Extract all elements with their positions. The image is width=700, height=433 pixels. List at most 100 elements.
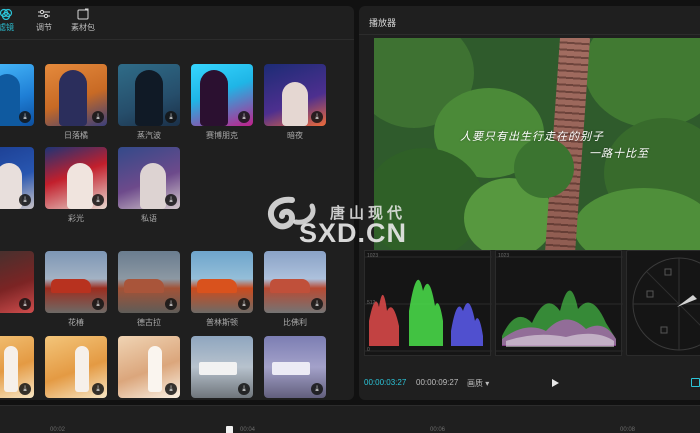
duration-timecode: 00:00:09:27 [416,378,459,387]
top-tab-bar: 滤镜 调节 素材包 [0,6,354,40]
download-icon[interactable]: ⤓ [311,298,323,310]
fit-screen-icon[interactable] [691,378,700,387]
download-icon[interactable]: ⤓ [238,383,250,395]
filter-label: 蒸汽波 [137,131,161,140]
player-panel: 播放器 人要只有出生行走在的别子 一路十比至 1023 512 0 1023 0… [359,6,700,400]
filter-thumbnail: ⤓ [118,251,180,313]
filter-thumbnail: ⤓ [0,251,34,313]
download-icon[interactable]: ⤓ [92,194,104,206]
tab-material-pack-label: 素材包 [71,23,95,32]
download-icon[interactable]: ⤓ [92,111,104,123]
filter-item[interactable]: ⤓ [45,336,107,398]
tab-filter-label: 滤镜 [0,23,14,32]
filter-item[interactable]: ⤓ [264,336,326,398]
filter-item[interactable]: ⤓ 暗夜 [264,64,326,140]
scope-top-value: 1023 [498,253,510,259]
filter-label: 日落橘 [64,131,88,140]
player-title: 播放器 [369,18,397,28]
timeline-tick: 00:02 [50,427,66,433]
download-icon[interactable]: ⤓ [19,111,31,123]
scope-mid-value: 512 [367,300,376,306]
filter-label: 赛博朋克 [206,131,238,140]
filter-thumbnail: ⤓ [191,64,253,126]
filter-item[interactable]: ⤓ [0,251,34,313]
play-icon[interactable] [552,379,559,387]
filter-thumbnail: ⤓ [0,64,34,126]
download-icon[interactable]: ⤓ [19,194,31,206]
filter-item[interactable]: ⤓ 比佛利 [264,251,326,327]
download-icon[interactable]: ⤓ [92,383,104,395]
tab-adjust-label: 调节 [36,23,52,32]
download-icon[interactable]: ⤓ [165,111,177,123]
filter-thumbnail: ⤓ [118,336,180,398]
filter-item[interactable]: ⤓ 德古拉 [118,251,180,327]
video-preview[interactable]: 人要只有出生行走在的别子 一路十比至 [374,38,700,250]
video-editor-app: 滤镜 调节 素材包 ⤓ ⤓ 日落橘 ⤓ 蒸汽波 ⤓ 赛博朋克 ⤓ 暗夜 ⤓ ⤓ … [0,0,700,433]
filter-label: 德古拉 [137,318,161,327]
filter-thumbnail: ⤓ [45,64,107,126]
filter-item[interactable]: ⤓ [0,336,34,398]
waveform-scope: 1023 [495,250,623,356]
filter-thumbnail: ⤓ [264,64,326,126]
scope-top-value: 1023 [367,253,379,259]
filter-item[interactable]: ⤓ [118,336,180,398]
timeline-tick: 00:04 [240,427,256,433]
tab-material-pack[interactable]: 素材包 [63,8,103,38]
filter-item[interactable]: ⤓ [0,147,34,209]
filter-label: 暗夜 [287,131,303,140]
scope-low-value: 0 [367,347,370,353]
filter-item[interactable]: ⤓ 普林斯顿 [191,251,253,327]
filter-item[interactable]: ⤓ 赛博朋克 [191,64,253,140]
filter-item[interactable]: ⤓ [191,336,253,398]
filter-item[interactable]: ⤓ 日落橘 [45,64,107,140]
filter-thumbnail: ⤓ [264,251,326,313]
download-icon[interactable]: ⤓ [238,298,250,310]
filter-item[interactable]: ⤓ 私语 [118,147,180,223]
rgb-parade-scope: 1023 512 0 [364,250,492,356]
filter-label: 彩光 [68,214,84,223]
video-caption-line2: 一路十比至 [589,147,649,160]
download-icon[interactable]: ⤓ [238,111,250,123]
tab-filter[interactable]: 滤镜 [0,8,26,38]
current-timecode: 00:00:03:27 [364,378,407,387]
filter-thumbnail: ⤓ [45,251,107,313]
tab-adjust[interactable]: 调节 [24,8,64,38]
filter-thumbnail: ⤓ [45,336,107,398]
video-caption-line1: 人要只有出生行走在的别子 [460,130,604,143]
filter-thumbnail: ⤓ [45,147,107,209]
timeline-playhead[interactable] [226,426,233,433]
download-icon[interactable]: ⤓ [19,383,31,395]
filter-label: 普林斯顿 [206,318,238,327]
download-icon[interactable]: ⤓ [165,298,177,310]
timeline[interactable]: 00:02 00:04 00:06 00:08 [0,405,700,433]
timeline-tick: 00:08 [620,427,636,433]
filter-item[interactable]: ⤓ [0,64,34,126]
filter-thumbnail: ⤓ [191,336,253,398]
filter-label: 比佛利 [283,318,307,327]
filter-label: 花椿 [68,318,84,327]
material-pack-icon [63,8,103,22]
download-icon[interactable]: ⤓ [19,298,31,310]
filter-thumbnail: ⤓ [118,64,180,126]
filter-item[interactable]: ⤓ 彩光 [45,147,107,223]
download-icon[interactable]: ⤓ [311,383,323,395]
filter-icon [0,8,26,22]
download-icon[interactable]: ⤓ [165,194,177,206]
filter-thumbnail: ⤓ [118,147,180,209]
filter-item[interactable]: ⤓ 花椿 [45,251,107,327]
download-icon[interactable]: ⤓ [165,383,177,395]
download-icon[interactable]: ⤓ [311,111,323,123]
adjust-sliders-icon [24,8,64,22]
vectorscope [626,250,700,356]
filter-label: 私语 [141,214,157,223]
watermark-domain-text: SXD.CN [299,218,408,248]
filter-thumbnail: ⤓ [264,336,326,398]
filter-thumbnail: ⤓ [0,336,34,398]
filter-thumbnail: ⤓ [0,147,34,209]
quality-dropdown[interactable]: 画质 ▾ [467,378,489,389]
download-icon[interactable]: ⤓ [92,298,104,310]
filter-thumbnail: ⤓ [191,251,253,313]
divider [359,34,700,35]
filter-item[interactable]: ⤓ 蒸汽波 [118,64,180,140]
timeline-tick: 00:06 [430,427,446,433]
